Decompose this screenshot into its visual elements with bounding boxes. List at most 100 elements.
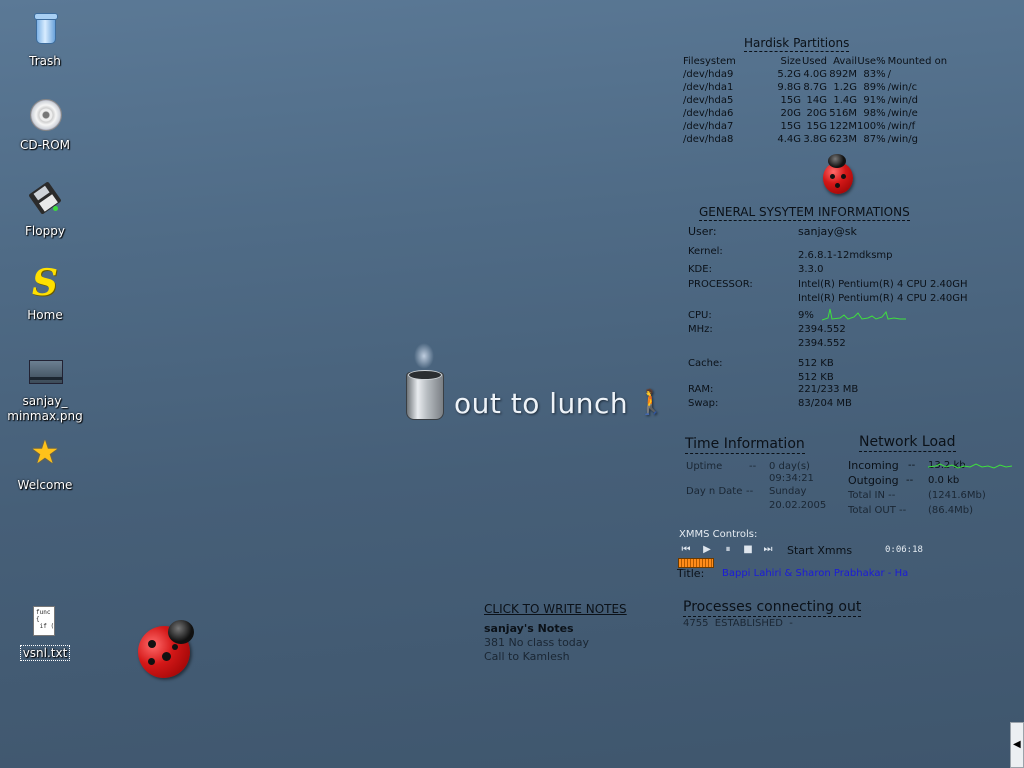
table-row: /dev/hda6 20G 20G 516M 98%/win/e xyxy=(683,107,948,120)
ram-value: 221/233 MB xyxy=(798,384,859,395)
disk-cell: /win/f xyxy=(887,121,916,132)
cpu-label: CPU: xyxy=(688,310,712,321)
image-file-desktop-icon[interactable]: sanjay_ minmax.png xyxy=(5,352,85,424)
uptime-clock: 09:34:21 xyxy=(769,473,814,484)
user-value: sanjay@sk xyxy=(798,225,857,238)
outgoing-sep: -- xyxy=(906,475,914,486)
disk-cell: 122M xyxy=(829,121,857,132)
walking-person-icon: 🚶 xyxy=(636,388,666,416)
disk-cell: 4.0G xyxy=(803,69,827,80)
home-s-icon: S xyxy=(32,262,58,304)
floppy-label: Floppy xyxy=(25,224,65,238)
disk-cell: 20G xyxy=(806,108,827,119)
time-title: Time Information xyxy=(685,436,805,454)
disk-cell: 9.8G xyxy=(777,82,801,93)
disk-cell: 1.2G xyxy=(833,82,857,93)
disk-cell: /dev/hda1 xyxy=(683,82,734,93)
trash-desktop-icon[interactable]: Trash xyxy=(5,12,85,69)
text-file-preview: func { if ( xyxy=(33,606,55,636)
image-file-label-line2: minmax.png xyxy=(7,409,83,423)
disk-cell: 89% xyxy=(863,82,886,93)
disk-cell: Size xyxy=(780,56,801,67)
kernel-value: 2.6.8.1-12mdksmp xyxy=(798,250,893,261)
text-file-icon: func { if ( xyxy=(25,604,65,644)
notes-line-1: 381 No class today xyxy=(484,636,590,649)
incoming-label: Incoming xyxy=(848,459,899,472)
cache-label: Cache: xyxy=(688,358,723,369)
disk-cell: 15G xyxy=(780,95,801,106)
table-row: /dev/hda5 15G 14G 1.4G 91%/win/d xyxy=(683,94,948,107)
disk-cell: /dev/hda5 xyxy=(683,95,734,106)
disk-cell: 91% xyxy=(863,95,886,106)
disk-cell: Used xyxy=(801,56,827,67)
uptime-label: Uptime xyxy=(686,461,723,472)
image-file-label-line1: sanjay_ xyxy=(22,394,68,408)
play-icon[interactable]: ▶ xyxy=(700,543,714,556)
table-row: /dev/hda1 9.8G 8.7G 1.2G 89%/win/c xyxy=(683,81,948,94)
disk-cell: 4.4G xyxy=(777,134,801,145)
cd-icon xyxy=(25,96,65,136)
panel-toggle-tab[interactable]: ◀ xyxy=(1010,722,1024,768)
cdrom-desktop-icon[interactable]: CD-ROM xyxy=(5,96,85,153)
xmms-song-title: Bappi Lahiri & Sharon Prabhakar - Ha xyxy=(722,568,909,579)
table-row: /dev/hda8 4.4G 3.8G 623M 87%/win/g xyxy=(683,133,948,146)
total-out-value: (86.4Mb) xyxy=(928,505,974,516)
disk-cell: Avail xyxy=(833,56,857,67)
next-track-icon[interactable]: ⏭ xyxy=(761,543,775,556)
disk-cell: /win/d xyxy=(887,95,918,106)
stop-icon[interactable]: ■ xyxy=(741,543,755,556)
welcome-desktop-icon[interactable]: ★ Welcome xyxy=(5,436,85,493)
floppy-icon xyxy=(25,181,65,222)
pause-icon[interactable]: ⏸ xyxy=(721,543,735,556)
processes-title: Processes connecting out xyxy=(683,599,862,617)
notes-line-2: Call to Kamlesh xyxy=(484,650,570,663)
disk-cell: /dev/hda7 xyxy=(683,121,734,132)
mhz-label: MHz: xyxy=(688,324,713,335)
previous-track-icon[interactable]: ⏮ xyxy=(679,543,693,556)
mhz-value-2: 2394.552 xyxy=(798,338,846,349)
disk-cell: 623M xyxy=(829,134,857,145)
home-desktop-icon[interactable]: S Home xyxy=(5,262,85,323)
ladybug-icon xyxy=(130,614,204,686)
process-line: 4755 ESTABLISHED - xyxy=(683,618,793,629)
cpu-value: 9% xyxy=(798,310,814,321)
image-thumbnail-icon xyxy=(25,352,65,392)
xmms-label: XMMS Controls: xyxy=(679,529,758,540)
disk-cell: Filesystem xyxy=(683,56,736,67)
disk-cell: Mounted on xyxy=(887,56,948,67)
table-row: /dev/hda9 5.2G 4.0G 892M 83% / xyxy=(683,68,948,81)
xmms-time: 0:06:18 xyxy=(885,545,923,555)
sysinfo-title: GENERAL SYSYTEM INFORMATIONS xyxy=(699,205,910,221)
processor-value-2: Intel(R) Pentium(R) 4 CPU 2.40GH xyxy=(798,293,968,304)
date-label: Day n Date xyxy=(686,486,743,497)
disk-table: Filesystem Size Used Avail Use% Mounted on/de… xyxy=(683,55,948,146)
out-to-lunch-text: out to lunch xyxy=(454,387,629,420)
disk-cell: 892M xyxy=(829,69,857,80)
disk-cell: Use% xyxy=(857,56,886,67)
write-notes-link[interactable]: CLICK TO WRITE NOTES xyxy=(484,602,627,616)
disk-cell: /dev/hda8 xyxy=(683,134,734,145)
cdrom-label: CD-ROM xyxy=(19,138,71,152)
user-label: User: xyxy=(688,225,717,238)
textfile-desktop-icon[interactable]: func { if ( vsnl.txt xyxy=(5,604,85,661)
disk-header-row: Filesystem Size Used Avail Use% Mounted on xyxy=(683,55,948,68)
disk-cell: 516M xyxy=(829,108,857,119)
kde-value: 3.3.0 xyxy=(798,264,824,275)
disk-cell: 87% xyxy=(863,134,886,145)
coffee-mug-icon xyxy=(404,366,446,420)
trash-label: Trash xyxy=(29,54,61,68)
start-xmms-button[interactable]: Start Xmms xyxy=(787,544,852,557)
date-date: 20.02.2005 xyxy=(769,500,827,511)
notes-title: sanjay's Notes xyxy=(484,622,574,635)
swap-label: Swap: xyxy=(688,398,719,409)
textfile-label: vsnl.txt xyxy=(19,645,71,661)
total-in-label: Total IN -- xyxy=(848,490,896,501)
disk-cell: /win/c xyxy=(887,82,918,93)
total-in-value: (1241.6Mb) xyxy=(928,490,986,501)
welcome-label: Welcome xyxy=(17,478,73,492)
table-row: /dev/hda7 15G 15G 122M 100%/win/f xyxy=(683,120,948,133)
disk-cell: /dev/hda6 xyxy=(683,108,734,119)
arrow-left-icon: ◀ xyxy=(1013,739,1021,750)
date-day: Sunday xyxy=(769,486,807,497)
floppy-desktop-icon[interactable]: Floppy xyxy=(5,181,85,239)
